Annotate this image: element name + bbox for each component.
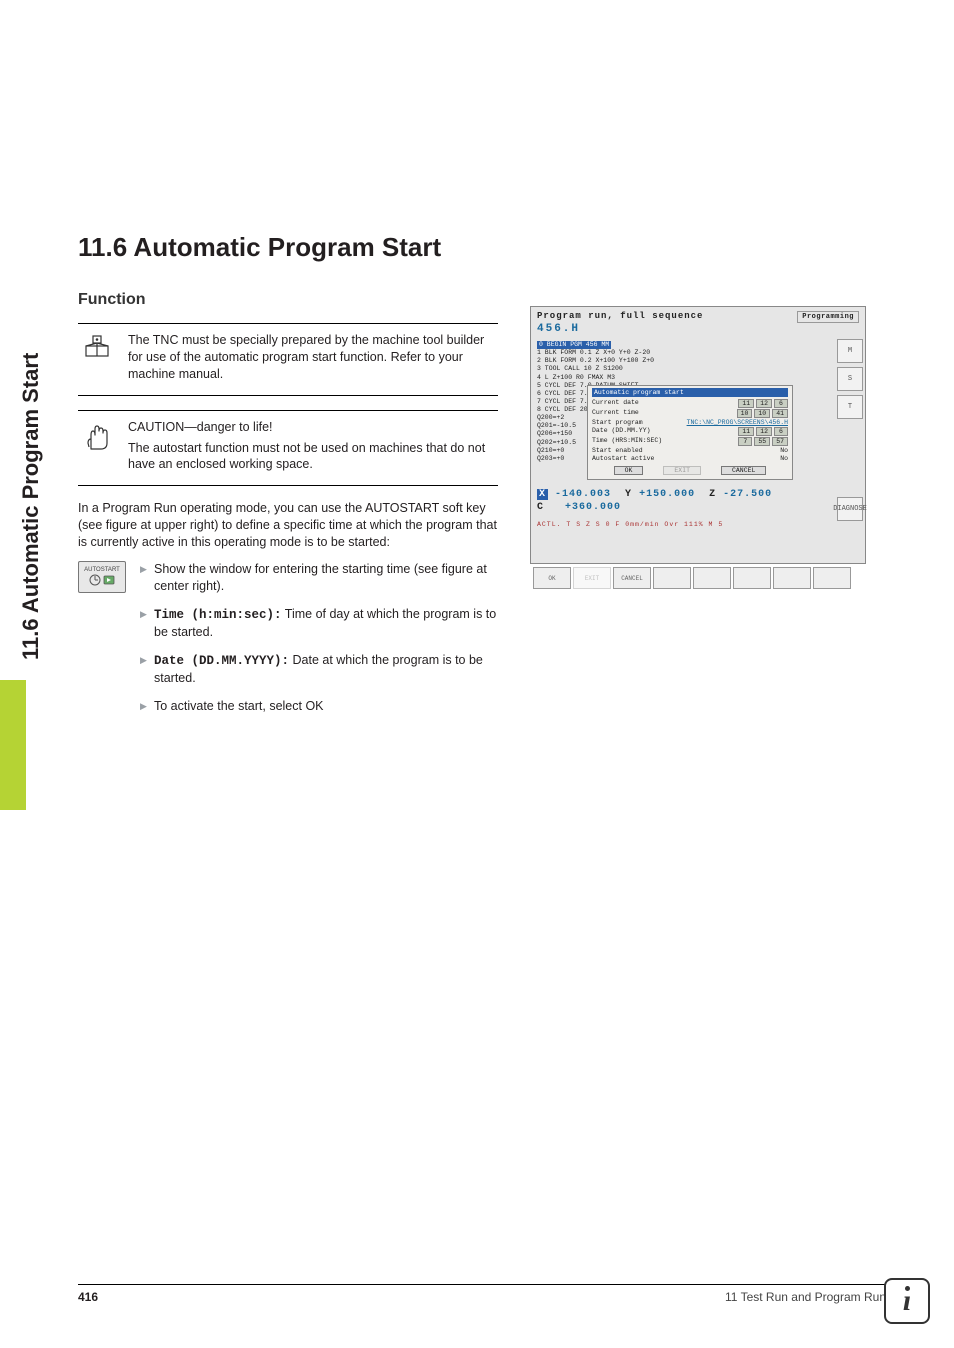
procedure-list: Show the window for entering the startin… (140, 561, 498, 726)
softkey-empty-1 (653, 567, 691, 589)
popup-time-label: Time (HRS:MIN:SEC) (592, 437, 662, 446)
popup-curtime-fields: 101041 (737, 409, 788, 418)
popup-active-value: No (780, 455, 788, 462)
machine-note-para: The TNC must be specially prepared by th… (128, 332, 496, 383)
procedure-row: AUTOSTART Show the window for entering t… (78, 561, 498, 726)
step-4: To activate the start, select OK (140, 698, 498, 716)
ss-line-0: 0 BEGIN PGM 456 MM (537, 341, 611, 349)
softkey-empty-3 (733, 567, 771, 589)
step-2: Time (h:min:sec): Time of day at which t… (140, 606, 498, 642)
popup-startprog-path: TNC:\NC_PROG\SCREENS\456.H (687, 419, 788, 426)
step-2-label: Time (h:min:sec): (154, 608, 282, 622)
coord-c: +360.000 (565, 502, 621, 513)
machine-note-box: The TNC must be specially prepared by th… (78, 323, 498, 396)
step-4-text: To activate the start, select OK (154, 699, 324, 713)
popup-enabled-value: No (780, 447, 788, 454)
caution-note-text: CAUTION—danger to life! The autostart fu… (128, 419, 496, 478)
popup-curtime-label: Current time (592, 409, 639, 418)
ss-status-line: ACTL. T S Z S 0 F 0mm/min Ovr 111% M 5 (537, 521, 827, 528)
side-m[interactable]: M (837, 339, 863, 363)
ss-line-2: 2 BLK FORM 0.2 X+100 Y+100 Z+0 (537, 357, 827, 365)
popup-curdate-fields: 11126 (738, 399, 788, 408)
ss-bottom-softkeys: OK EXIT CANCEL (531, 565, 853, 591)
page-number: 416 (78, 1290, 98, 1304)
softkey-exit[interactable]: EXIT (573, 567, 611, 589)
autostart-popup: Automatic program start Current date 111… (587, 385, 793, 480)
popup-cancel-button[interactable]: CANCEL (721, 466, 766, 475)
autostart-softkey-icon: AUTOSTART (78, 561, 126, 593)
intro-paragraph: In a Program Run operating mode, you can… (78, 500, 498, 551)
side-t[interactable]: T (837, 395, 863, 419)
caution-title: CAUTION—danger to life! (128, 419, 496, 436)
popup-date-fields: 11126 (738, 427, 788, 436)
popup-time-fields: 75557 (738, 437, 788, 446)
popup-curdate-label: Current date (592, 399, 639, 408)
step-1: Show the window for entering the startin… (140, 561, 498, 596)
step-3: Date (DD.MM.YYYY): Date at which the pro… (140, 652, 498, 688)
popup-enabled-label: Start enabled (592, 447, 643, 454)
section-heading: 11.6 Automatic Program Start (78, 232, 878, 263)
popup-ok-button[interactable]: OK (614, 466, 644, 475)
popup-startprog-label: Start program (592, 419, 643, 426)
step-3-label: Date (DD.MM.YYYY): (154, 654, 289, 668)
coord-y: +150.000 (639, 489, 695, 500)
machine-book-icon (80, 332, 114, 387)
side-diagnose[interactable]: DIAGNOSE (837, 497, 863, 521)
coord-x: -140.003 (555, 489, 611, 500)
page-edge-tab (0, 680, 26, 810)
info-icon: ı (884, 1278, 930, 1324)
popup-date-label: Date (DD.MM.YY) (592, 427, 651, 436)
popup-heading: Automatic program start (592, 388, 788, 397)
popup-exit-button[interactable]: EXIT (663, 466, 701, 475)
softkey-empty-5 (813, 567, 851, 589)
caution-body: The autostart function must not be used … (128, 440, 496, 474)
softkey-cancel[interactable]: CANCEL (613, 567, 651, 589)
ss-right-softkeys: M S T DIAGNOSE (837, 337, 863, 537)
caution-hand-icon (80, 419, 114, 478)
ss-body: 0 BEGIN PGM 456 MM 1 BLK FORM 0.1 Z X+0 … (531, 337, 865, 537)
softkey-ok[interactable]: OK (533, 567, 571, 589)
ss-header: Program run, full sequence Programming (531, 307, 865, 323)
chapter-title: 11 Test Run and Program Run (725, 1290, 886, 1304)
ss-line-1: 1 BLK FORM 0.1 Z X+0 Y+0 Z-20 (537, 349, 827, 357)
softkey-empty-4 (773, 567, 811, 589)
ss-mode: Programming (797, 311, 859, 323)
coord-z: -27.500 (723, 489, 772, 500)
side-s[interactable]: S (837, 367, 863, 391)
popup-active-label: Autostart active (592, 455, 654, 462)
machine-note-text: The TNC must be specially prepared by th… (128, 332, 496, 387)
footer-rule (78, 1284, 914, 1285)
softkey-empty-2 (693, 567, 731, 589)
side-running-title: 11.6 Automatic Program Start (18, 353, 44, 660)
ss-position-readout: X -140.003 Y +150.000 Z -27.500 C +360.0… (537, 489, 772, 513)
tnc-screenshot: Program run, full sequence Programming 4… (530, 306, 866, 564)
ss-line-3: 3 TOOL CALL 10 Z S1200 (537, 365, 827, 373)
page-footer: 416 11 Test Run and Program Run (0, 1290, 954, 1304)
popup-buttons: OK EXIT CANCEL (592, 466, 788, 475)
caution-note-box: CAUTION—danger to life! The autostart fu… (78, 410, 498, 487)
ss-program-name: 456.H (531, 323, 865, 337)
ss-line-4: 4 L Z+100 R0 FMAX M3 (537, 374, 827, 382)
ss-title: Program run, full sequence (537, 311, 703, 323)
step-1-text: Show the window for entering the startin… (154, 562, 487, 594)
